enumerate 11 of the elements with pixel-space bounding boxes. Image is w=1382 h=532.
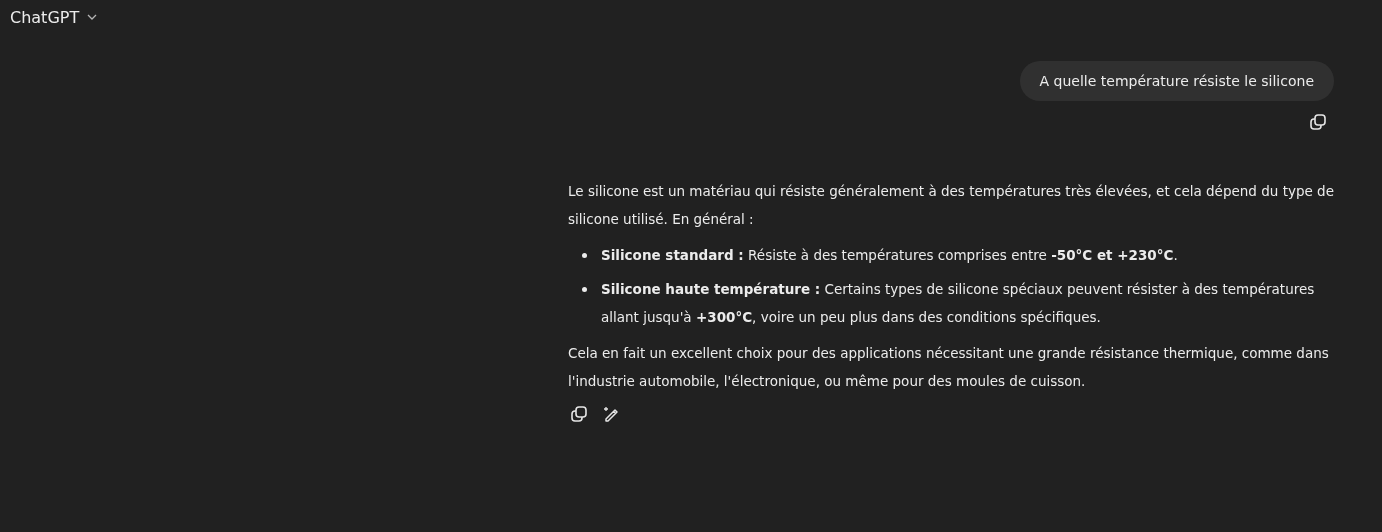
user-message: A quelle température résiste le silicone	[1019, 61, 1334, 101]
model-selector[interactable]: ChatGPT	[4, 5, 104, 29]
bullet-dot	[582, 287, 587, 292]
response-paragraph: Le silicone est un matériau qui résiste généralement à des températures très élevées, et cela dépend du type de silicone utilisé. En général :	[568, 182, 1335, 229]
bullet-dot	[582, 253, 587, 258]
copy-icon[interactable]	[1307, 111, 1329, 133]
list-item-text: Silicone standard : Résiste à des températures comprises entre -50°C et +230°C.	[601, 246, 1178, 265]
copy-icon[interactable]	[568, 403, 590, 425]
response-paragraph: Cela en fait un excellent choix pour des applications nécessitant une grande résistance thermique, comme dans l'industrie automobile, l'électronique, ou même pour des moules de cuisson.	[568, 344, 1330, 391]
list-item-text: Silicone haute température : Certains types de silicone spéciaux peuvent résister à des températures allant jusqu'à +300°C, voire un peu plus dans des conditions spécifiques.	[601, 280, 1316, 327]
chevron-icon	[87, 14, 98, 20]
